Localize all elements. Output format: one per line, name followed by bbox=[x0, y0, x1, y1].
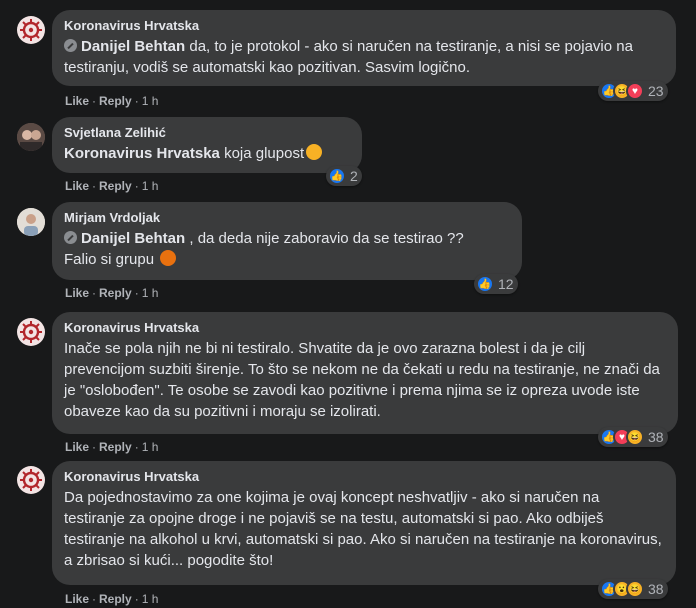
comment-actions: Like · Reply · 1 h bbox=[65, 179, 158, 193]
avatar[interactable] bbox=[17, 208, 45, 236]
profile-photo-icon bbox=[17, 208, 45, 236]
like-button[interactable]: Like bbox=[65, 592, 89, 606]
comment-bubble: Mirjam Vrdoljak Danijel Behtan , da deda… bbox=[52, 202, 522, 280]
comment-bubble: Koronavirus Hrvatska Inače se pola njih … bbox=[52, 312, 678, 434]
separator: · bbox=[92, 286, 97, 300]
mention-link[interactable]: Danijel Behtan bbox=[81, 38, 185, 55]
reply-button[interactable]: Reply bbox=[99, 179, 132, 193]
comment-text: Danijel Behtan da, to je protokol - ako … bbox=[64, 36, 664, 78]
separator: · bbox=[92, 440, 97, 454]
comment-body: , da deda nije zaboravio da se testirao … bbox=[185, 230, 464, 247]
reaction-count: 12 bbox=[498, 276, 514, 292]
separator: · bbox=[92, 94, 97, 108]
like-button[interactable]: Like bbox=[65, 179, 89, 193]
comment-actions: Like · Reply · 1 h bbox=[65, 592, 158, 606]
comment-text: Koronavirus Hrvatska koja glupost bbox=[64, 143, 350, 164]
angry-face-emoji-icon bbox=[160, 250, 177, 266]
sweat-smile-emoji-icon bbox=[306, 144, 323, 160]
reactions-summary[interactable]: 👍 12 bbox=[474, 274, 518, 294]
separator: · bbox=[134, 440, 139, 454]
reply-button[interactable]: Reply bbox=[99, 286, 132, 300]
comment-time[interactable]: 1 h bbox=[142, 440, 159, 454]
like-icon: 👍 bbox=[328, 167, 346, 185]
avatar[interactable] bbox=[17, 123, 45, 151]
like-button[interactable]: Like bbox=[65, 94, 89, 108]
reaction-count: 38 bbox=[648, 581, 664, 597]
comment-author[interactable]: Mirjam Vrdoljak bbox=[64, 210, 510, 226]
comment-actions: Like · Reply · 1 h bbox=[65, 440, 158, 454]
comment-time[interactable]: 1 h bbox=[142, 94, 159, 108]
mention-lock-icon bbox=[64, 39, 77, 52]
mention-link[interactable]: Danijel Behtan bbox=[81, 230, 185, 247]
avatar[interactable] bbox=[17, 466, 45, 494]
separator: · bbox=[134, 179, 139, 193]
comment-text: Da pojednostavimo za one kojima je ovaj … bbox=[64, 489, 662, 569]
like-button[interactable]: Like bbox=[65, 286, 89, 300]
comment-author[interactable]: Svjetlana Zelihić bbox=[64, 125, 350, 141]
reactions-summary[interactable]: 👍 ♥ 😆 38 bbox=[598, 427, 668, 447]
virus-logo-icon bbox=[20, 321, 42, 343]
love-icon: ♥ bbox=[626, 82, 644, 100]
reactions-summary[interactable]: 👍 😮 😆 38 bbox=[598, 579, 668, 599]
like-icon: 👍 bbox=[476, 275, 494, 293]
comment-text: Danijel Behtan , da deda nije zaboravio … bbox=[64, 228, 510, 270]
separator: · bbox=[92, 179, 97, 193]
reply-button[interactable]: Reply bbox=[99, 440, 132, 454]
comment-author[interactable]: Koronavirus Hrvatska bbox=[64, 320, 666, 336]
like-button[interactable]: Like bbox=[65, 440, 89, 454]
separator: · bbox=[134, 592, 139, 606]
separator: · bbox=[134, 94, 139, 108]
comment-time[interactable]: 1 h bbox=[142, 286, 159, 300]
comment-bubble: Koronavirus Hrvatska Da pojednostavimo z… bbox=[52, 461, 676, 585]
reaction-count: 2 bbox=[350, 168, 358, 184]
comment-bubble: Svjetlana Zelihić Koronavirus Hrvatska k… bbox=[52, 117, 362, 173]
reactions-summary[interactable]: 👍 😆 ♥ 23 bbox=[598, 81, 668, 101]
virus-logo-icon bbox=[20, 19, 42, 41]
reaction-count: 38 bbox=[648, 429, 664, 445]
mention-lock-icon bbox=[64, 231, 77, 244]
virus-logo-icon bbox=[20, 469, 42, 491]
mention-link[interactable]: Koronavirus Hrvatska bbox=[64, 145, 220, 162]
haha-icon: 😆 bbox=[626, 428, 644, 446]
comment-author[interactable]: Koronavirus Hrvatska bbox=[64, 18, 664, 34]
comment-actions: Like · Reply · 1 h bbox=[65, 286, 158, 300]
comment-bubble: Koronavirus Hrvatska Danijel Behtan da, … bbox=[52, 10, 676, 86]
separator: · bbox=[92, 592, 97, 606]
reply-button[interactable]: Reply bbox=[99, 592, 132, 606]
comment-time[interactable]: 1 h bbox=[142, 179, 159, 193]
comment-body: koja glupost bbox=[219, 145, 305, 162]
comment-text: Inače se pola njih ne bi ni testiralo. S… bbox=[64, 340, 660, 420]
comment-body-line2: Falio si grupu bbox=[64, 251, 155, 268]
avatar[interactable] bbox=[17, 318, 45, 346]
reaction-count: 23 bbox=[648, 83, 664, 99]
separator: · bbox=[134, 286, 139, 300]
reactions-summary[interactable]: 👍 2 bbox=[326, 166, 362, 186]
avatar[interactable] bbox=[17, 16, 45, 44]
haha-icon: 😆 bbox=[626, 580, 644, 598]
comment-time[interactable]: 1 h bbox=[142, 592, 159, 606]
profile-photo-icon bbox=[17, 123, 45, 151]
comment-actions: Like · Reply · 1 h bbox=[65, 94, 158, 108]
comment-author[interactable]: Koronavirus Hrvatska bbox=[64, 469, 664, 485]
reply-button[interactable]: Reply bbox=[99, 94, 132, 108]
